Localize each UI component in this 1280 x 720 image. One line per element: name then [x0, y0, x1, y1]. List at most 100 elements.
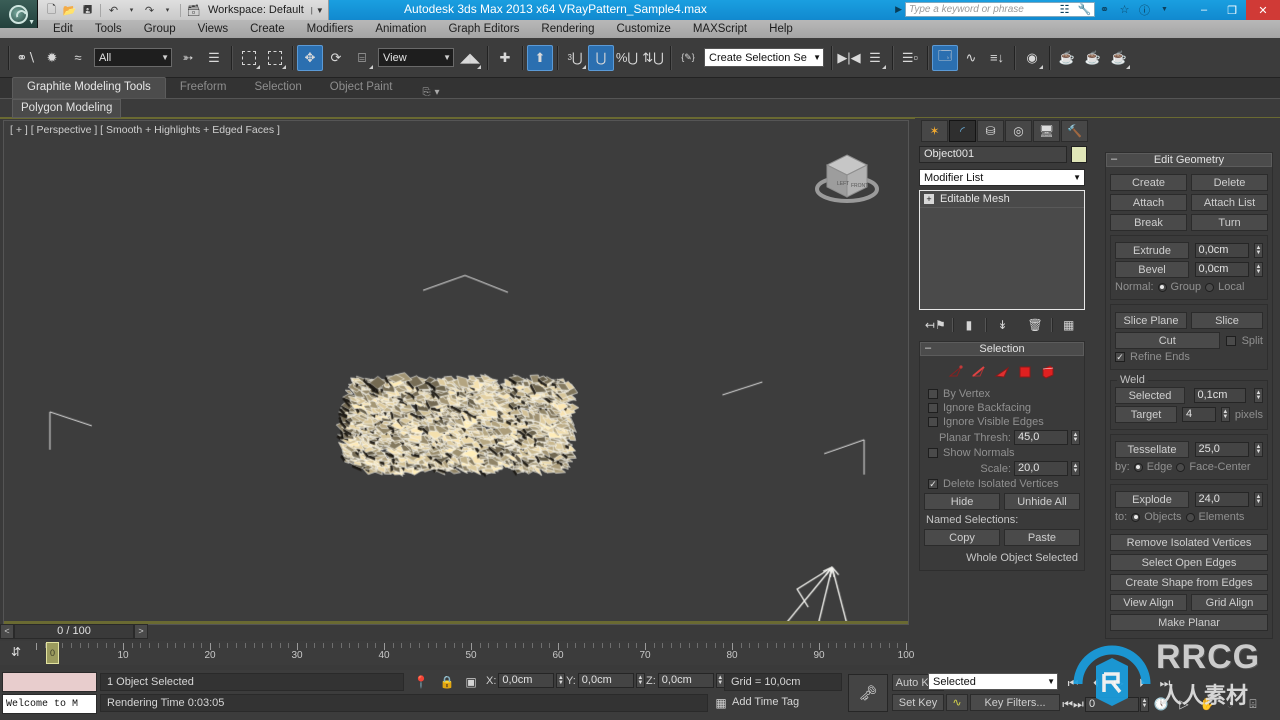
undo-dropdown-icon[interactable]: ▾: [124, 3, 139, 18]
x-coordinate-field[interactable]: 0,0cm: [498, 673, 555, 688]
split-checkbox[interactable]: [1225, 335, 1236, 346]
current-frame-field[interactable]: 0: [1085, 696, 1139, 712]
select-and-move-icon[interactable]: ✥: [297, 44, 323, 71]
polygon-subobject-icon[interactable]: [1016, 364, 1034, 380]
select-and-manipulate-icon[interactable]: ✚: [492, 44, 518, 71]
turn-button[interactable]: Turn: [1191, 214, 1268, 231]
planar-threshold-spinner[interactable]: ▲ ▼: [1071, 430, 1080, 445]
delete-isolated-vertices-row[interactable]: Delete Isolated Vertices: [928, 478, 1080, 490]
maximize-viewport-toggle-icon[interactable]: ⌹: [1242, 694, 1264, 714]
unhide-all-button[interactable]: Unhide All: [1004, 493, 1080, 510]
absolute-relative-transform-icon[interactable]: ▣: [462, 673, 480, 691]
schematic-view-icon[interactable]: ≡↓: [984, 44, 1010, 71]
bevel-spinner[interactable]: ▲ ▼: [1254, 262, 1263, 277]
track-bar-ruler[interactable]: 10 20 30 40 50 60 70 80 90 100: [36, 641, 914, 665]
workspace-label[interactable]: Workspace: Default: [204, 4, 308, 16]
edge-subobject-icon[interactable]: [970, 364, 988, 380]
menu-item-maxscript[interactable]: MAXScript: [682, 20, 758, 38]
select-and-rotate-icon[interactable]: ⟳: [323, 44, 349, 71]
weld-selected-button[interactable]: Selected: [1115, 387, 1185, 404]
normal-group-radio[interactable]: [1157, 282, 1167, 292]
viewport-label[interactable]: [ + ] [ Perspective ] [ Smooth + Highlig…: [10, 124, 280, 136]
workspace-dropdown-icon[interactable]: ▼: [316, 6, 324, 15]
current-frame-display[interactable]: 0 / 100: [14, 623, 134, 639]
create-button[interactable]: Create: [1110, 174, 1187, 191]
explode-button[interactable]: Explode: [1115, 491, 1189, 508]
delete-button[interactable]: Delete: [1191, 174, 1268, 191]
object-name-field[interactable]: Object001: [919, 146, 1067, 163]
mirror-icon[interactable]: ▶|◀: [836, 44, 862, 71]
paste-button[interactable]: Paste: [1004, 529, 1080, 546]
collapse-minus-icon[interactable]: –: [925, 342, 931, 354]
tessellate-face-center-radio[interactable]: [1176, 462, 1186, 472]
break-button[interactable]: Break: [1110, 214, 1187, 231]
ribbon-subtab-polygon-modeling[interactable]: Polygon Modeling: [12, 98, 122, 118]
by-vertex-row[interactable]: By Vertex: [928, 388, 1080, 400]
slice-button[interactable]: Slice: [1191, 312, 1263, 329]
tessellate-button[interactable]: Tessellate: [1115, 441, 1189, 458]
menu-item-modifiers[interactable]: Modifiers: [296, 20, 365, 38]
by-vertex-checkbox[interactable]: [928, 389, 938, 399]
time-configuration-icon[interactable]: 🕔: [1150, 694, 1172, 714]
show-normals-row[interactable]: Show Normals: [928, 447, 1080, 459]
go-to-end-icon[interactable]: ⏭: [1154, 673, 1176, 693]
unlink-selection-icon[interactable]: ✹: [39, 44, 65, 71]
remove-isolated-vertices-button[interactable]: Remove Isolated Vertices: [1110, 534, 1268, 551]
modify-tab[interactable]: ◜: [949, 120, 976, 142]
select-and-scale-icon[interactable]: ⌸: [349, 44, 375, 71]
menu-item-views[interactable]: Views: [187, 20, 239, 38]
menu-item-help[interactable]: Help: [758, 20, 804, 38]
percent-snap-toggle-icon[interactable]: %⋃: [614, 44, 640, 71]
play-animation-icon[interactable]: ▷: [1108, 673, 1130, 693]
ignore-visible-edges-checkbox[interactable]: [928, 417, 938, 427]
bind-to-space-warp-icon[interactable]: ≈: [65, 44, 91, 71]
show-normals-checkbox[interactable]: [928, 448, 938, 458]
edit-geometry-rollout-header[interactable]: – Edit Geometry: [1106, 153, 1272, 167]
stack-entry-editable-mesh[interactable]: + Editable Mesh: [920, 191, 1084, 208]
utilities-tab[interactable]: 🔨: [1061, 120, 1088, 142]
curve-editor-icon[interactable]: ∿: [958, 44, 984, 71]
bevel-button[interactable]: Bevel: [1115, 261, 1189, 278]
select-region-rectangle-icon[interactable]: [236, 44, 262, 71]
weld-selected-spinner[interactable]: ▲ ▼: [1254, 388, 1263, 403]
ribbon-tab-graphite-modeling-tools[interactable]: Graphite Modeling Tools: [12, 77, 166, 98]
wrench-icon[interactable]: 🔧: [1077, 2, 1092, 17]
track-bar[interactable]: ⇵ 10 20 30 40 50 60 70 80 90 100 0: [0, 641, 914, 665]
selection-filter-dropdown[interactable]: All ▼: [94, 48, 172, 67]
perspective-viewport[interactable]: [ + ] [ Perspective ] [ Smooth + Highlig…: [3, 120, 909, 625]
menu-item-animation[interactable]: Animation: [364, 20, 437, 38]
collapse-minus-icon[interactable]: –: [1111, 153, 1117, 165]
explode-elements-radio[interactable]: [1185, 512, 1195, 522]
weld-target-button[interactable]: Target: [1115, 406, 1177, 423]
ribbon-minimize-button[interactable]: ⎘ ▾: [406, 87, 439, 98]
maxscript-mini-listener[interactable]: Welcome to M: [2, 694, 97, 714]
help-dropdown-icon[interactable]: ▼: [1157, 2, 1172, 17]
ribbon-tab-object-paint[interactable]: Object Paint: [316, 78, 407, 98]
angle-snap-toggle-icon[interactable]: ⋃: [588, 44, 614, 71]
attach-button[interactable]: Attach: [1110, 194, 1187, 211]
weld-target-field[interactable]: 4: [1181, 407, 1216, 422]
align-icon[interactable]: ☰: [862, 44, 888, 71]
app-menu-button[interactable]: ▼: [0, 0, 38, 28]
copy-button[interactable]: Copy: [924, 529, 1000, 546]
project-folder-icon[interactable]: 🗃: [186, 3, 201, 18]
set-keys-button[interactable]: 🗝: [848, 674, 888, 712]
save-file-icon[interactable]: 🖪: [80, 3, 95, 18]
selection-lock-icon[interactable]: 🔒: [438, 673, 456, 691]
ribbon-tab-selection[interactable]: Selection: [240, 78, 315, 98]
material-editor-icon[interactable]: ◉: [1019, 44, 1045, 71]
modifier-stack[interactable]: + Editable Mesh: [919, 190, 1085, 310]
menu-item-create[interactable]: Create: [239, 20, 296, 38]
select-object-icon[interactable]: ➳: [175, 44, 201, 71]
toggle-scene-explorer-icon[interactable]: 🗔: [932, 44, 958, 71]
pin-stack-icon[interactable]: ↤⚑: [919, 318, 952, 332]
go-to-start-icon[interactable]: ⏮: [1062, 673, 1084, 693]
attach-list-button[interactable]: Attach List: [1191, 194, 1268, 211]
slice-plane-button[interactable]: Slice Plane: [1115, 312, 1187, 329]
add-time-tag-label[interactable]: Add Time Tag: [732, 694, 842, 712]
face-subobject-icon[interactable]: [993, 364, 1011, 380]
spinner-snap-toggle-icon[interactable]: ⇅⋃: [640, 44, 666, 71]
reference-coordinate-dropdown[interactable]: View ▼: [378, 48, 454, 67]
create-tab[interactable]: ✶: [921, 120, 948, 142]
extrude-button[interactable]: Extrude: [1115, 242, 1189, 259]
